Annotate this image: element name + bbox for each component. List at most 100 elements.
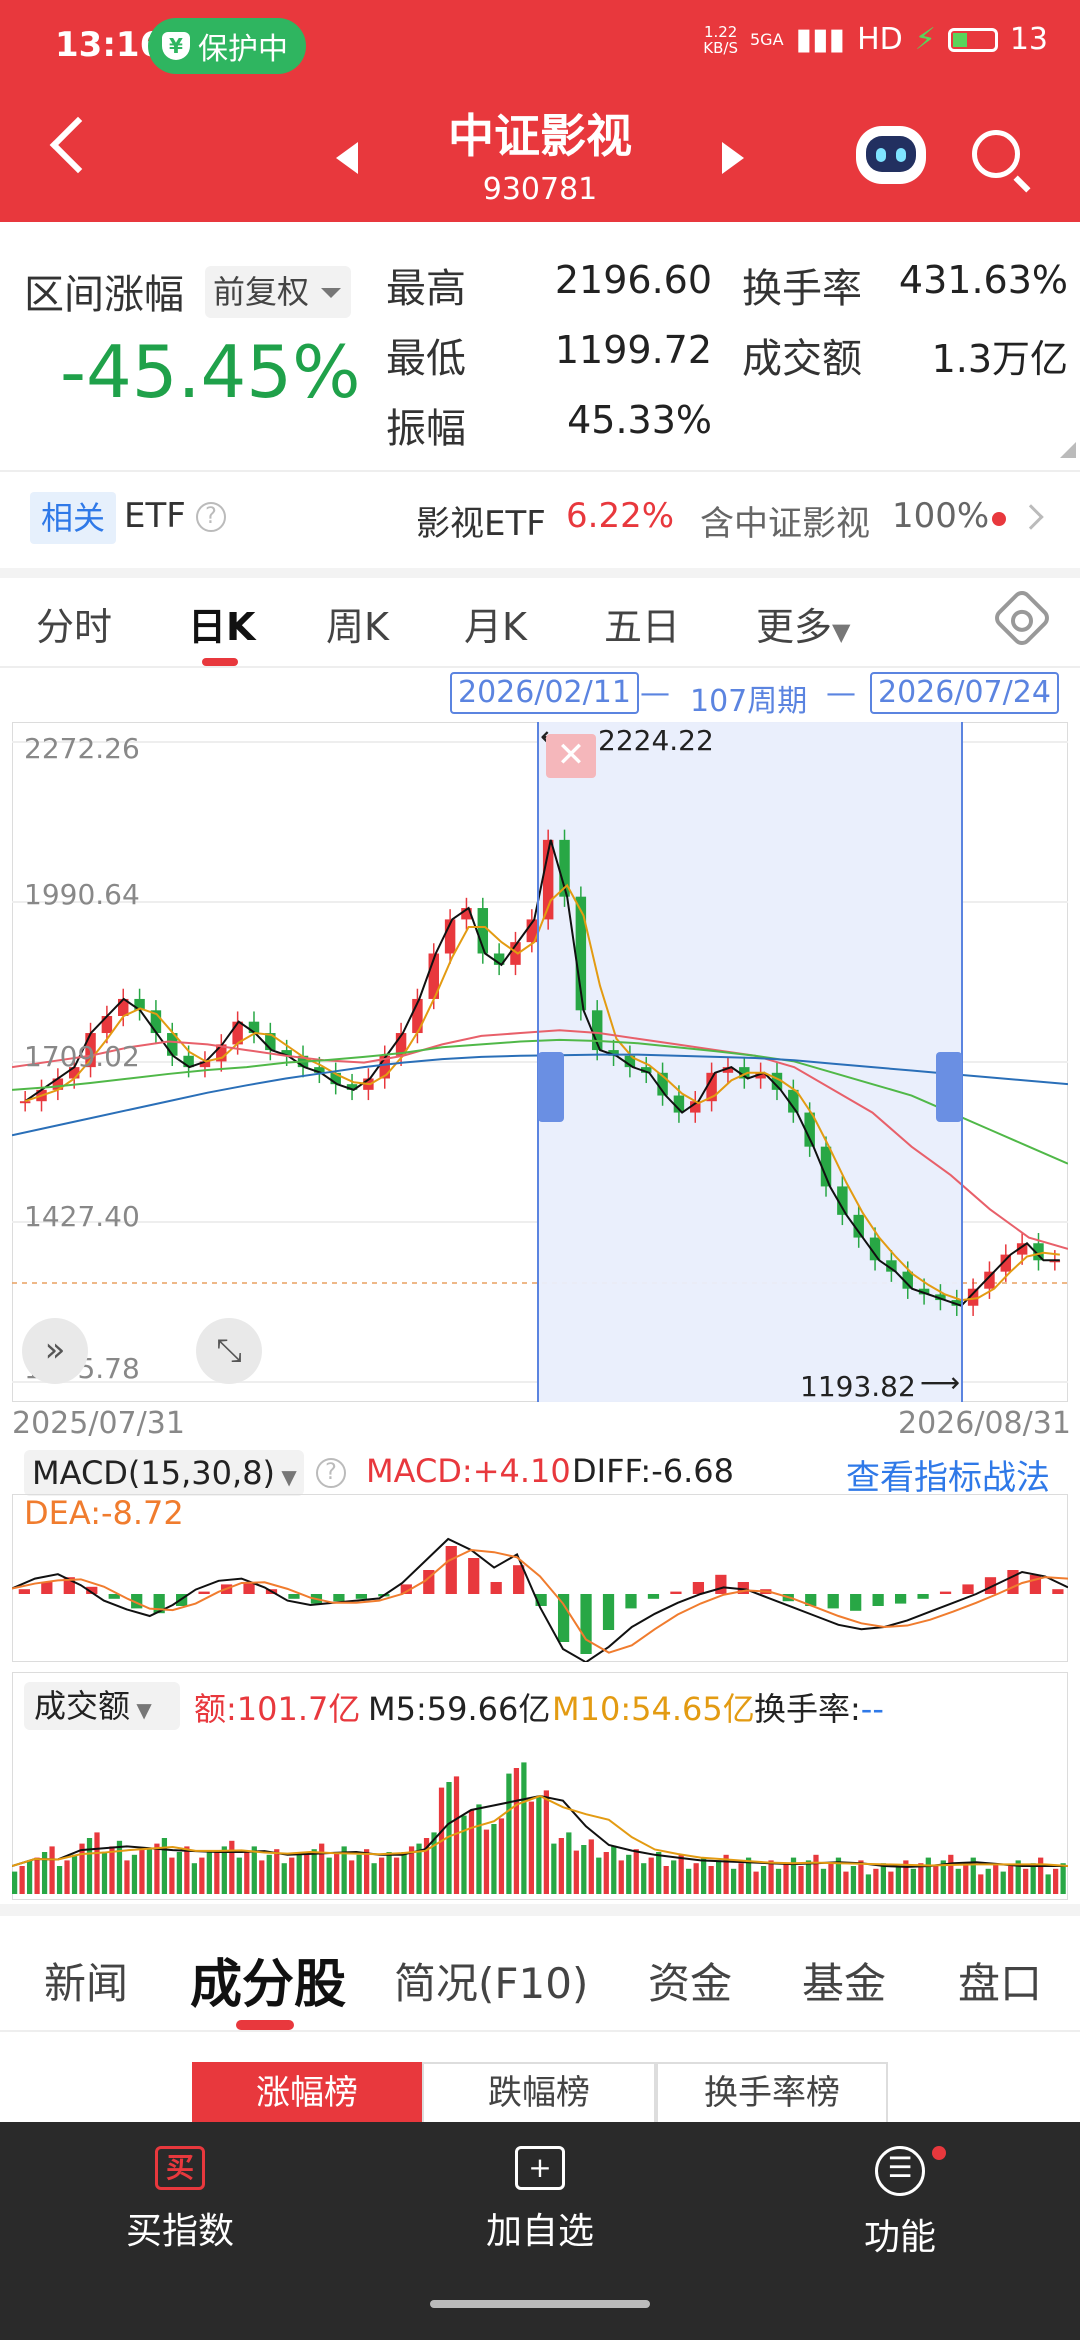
volume-bar [1030,1863,1036,1894]
volume-bar [633,1849,639,1894]
kline-chart[interactable] [12,722,1068,1402]
volume-bar [1038,1857,1044,1894]
rank-tab-turnover[interactable]: 换手率榜 [656,2062,888,2124]
volume-bar [693,1863,699,1894]
volume-bar [588,1839,594,1894]
indicator-strategy-link[interactable]: 查看指标战法 [846,1450,1050,1499]
volume-bar [161,1838,168,1894]
status-icons: 1.22 KB/S 5GA ▮▮▮ HD ⚡ 13 [703,22,1048,57]
fast-forward-icon[interactable]: » [22,1318,88,1384]
robot-assistant-icon[interactable] [856,126,926,184]
volume-bar [349,1860,355,1894]
etf-label: ETF [124,496,186,536]
buy-index-label: 买指数 [125,2211,234,2252]
volume-bar [1008,1866,1014,1894]
macd-indicator-dropdown[interactable]: MACD(15,30,8) ▼ [24,1450,304,1496]
tab-fund[interactable]: 基金 [802,1950,886,2011]
index-code: 930781 [482,172,598,207]
volume-bar [49,1846,55,1894]
volume-bar [146,1849,153,1894]
volume-bar [236,1857,242,1894]
high-label: 最高 [386,266,466,312]
tab-profile-f10[interactable]: 简况(F10) [394,1950,588,2011]
macd-bar [1052,1589,1064,1594]
volume-bar [506,1773,512,1894]
tab-daily-k[interactable]: 日K [188,596,255,651]
macd-chart[interactable] [12,1494,1068,1662]
tab-weekly-k[interactable]: 周K [326,596,389,651]
add-watchlist-button[interactable]: + 加自选 [440,2146,640,2254]
volume-bar [356,1854,362,1894]
net-speed-value: 1.22 [703,22,738,41]
tab-components[interactable]: 成分股 [190,1942,346,2017]
macd-bar [557,1594,570,1642]
functions-button[interactable]: ☰ 功能 [800,2146,1000,2260]
tab-news[interactable]: 新闻 [44,1950,128,2011]
volume-bar [393,1857,400,1894]
help-icon[interactable]: ? [196,502,226,532]
macd-bar [715,1574,727,1594]
macd-help-icon[interactable]: ? [316,1458,346,1488]
related-badge: 相关 [30,492,116,544]
next-index-icon[interactable] [722,142,744,174]
volume-bar [820,1868,827,1894]
tab-intraday[interactable]: 分时 [36,596,112,651]
expand-icon[interactable]: ⤡ [196,1318,262,1384]
tab-underline [236,2020,294,2030]
chevron-right-icon[interactable] [1018,504,1044,530]
volume-bar [476,1804,482,1894]
volume-bar [101,1852,108,1894]
high-value: 2196.60 [554,258,712,302]
tab-five-day[interactable]: 五日 [604,596,680,651]
tab-order-book[interactable]: 盘口 [958,1950,1042,2011]
rank-tab-gain[interactable]: 涨幅榜 [192,2062,422,2124]
protect-badge[interactable]: ¥ 保护中 [148,18,306,74]
buy-index-button[interactable]: 买 买指数 [80,2146,280,2254]
volume-bar [918,1863,924,1894]
volume-bar [56,1866,63,1894]
selection-end-date[interactable]: 2026/07/24 [870,672,1059,714]
volume-bar [686,1868,692,1894]
macd-bar [917,1594,929,1599]
selection-dash: — [640,676,670,711]
volume-bar [214,1852,220,1894]
etf-name[interactable]: 影视ETF [416,496,546,545]
adjust-dropdown[interactable]: 前复权 [205,266,351,318]
volume-bar [1045,1874,1051,1894]
volume-bar [611,1846,617,1894]
home-indicator[interactable] [430,2300,650,2308]
amount-value: 1.3万亿 [931,337,1068,381]
tab-monthly-k[interactable]: 月K [464,596,527,651]
signal-icon: ▮▮▮ [795,22,846,57]
macd-bar [962,1584,974,1594]
volume-bar [708,1866,714,1894]
volume-bar [678,1854,684,1894]
macd-bar [872,1594,884,1606]
volume-bar [274,1849,280,1894]
expand-corner-icon[interactable] [1060,442,1076,458]
tab-funds[interactable]: 资金 [648,1950,732,2011]
volume-bar [461,1815,467,1894]
divider [0,470,1080,472]
protect-label: 保护中 [198,32,288,67]
close-selection-icon[interactable]: ✕ [546,734,596,778]
volume-bar [536,1796,542,1894]
volume-bar [86,1838,93,1894]
tab-more[interactable]: 更多▼ [756,596,850,651]
volume-bar [116,1840,123,1894]
volume-bar [513,1768,520,1894]
selection-start-date[interactable]: 2026/02/11 [450,672,639,714]
volume-bar [483,1829,490,1894]
volume-bar [401,1852,407,1894]
settings-icon[interactable] [990,586,1054,650]
selection-period: 107周期 [690,684,808,719]
volume-chart[interactable] [12,1672,1068,1900]
macd-bar [827,1594,839,1609]
volume-bar [12,1871,18,1894]
selection-region[interactable] [538,722,962,1402]
rank-tab-loss[interactable]: 跌幅榜 [422,2062,656,2124]
macd-bar [288,1594,300,1599]
volume-bar [491,1824,497,1894]
search-icon[interactable] [972,130,1020,178]
volume-bar [993,1863,999,1894]
